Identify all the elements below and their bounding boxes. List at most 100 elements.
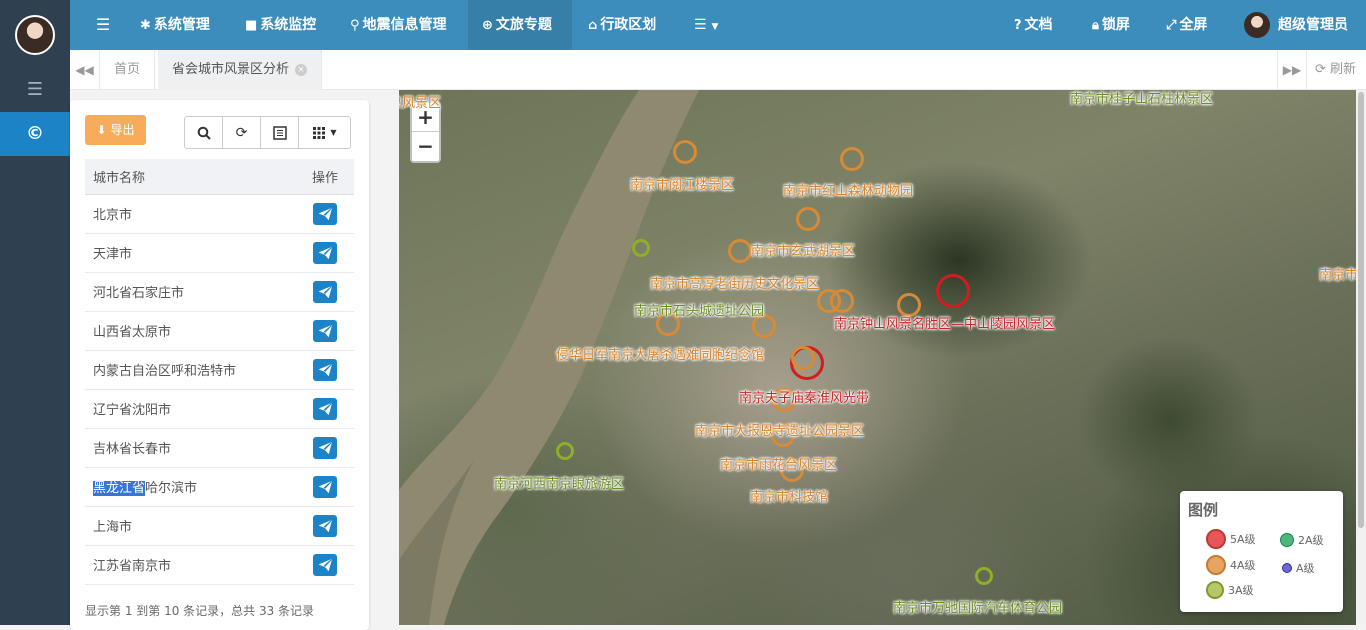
menu-list-icon[interactable]: ☰: [0, 74, 70, 106]
lock-screen-link[interactable]: 🔒︎ 锁屏: [1092, 0, 1130, 50]
refresh-table-button[interactable]: ⟳: [222, 116, 261, 149]
map-label: 南京河西南京眼旅游区: [494, 477, 625, 492]
locate-button[interactable]: [313, 202, 337, 225]
question-circle-icon: ?: [1014, 18, 1022, 33]
list-icon: ☰: [694, 17, 707, 33]
nav-earthquake-info[interactable]: ⚲ 地震信息管理: [350, 0, 447, 50]
locate-button[interactable]: [313, 436, 337, 459]
docs-link[interactable]: ? 文档: [1014, 0, 1053, 50]
table-row[interactable]: 辽宁省沈阳市: [85, 389, 354, 429]
map-label: 南京市石头城遗址公园: [634, 304, 765, 319]
table-header-row: 城市名称 操作: [85, 159, 354, 195]
op-cell: [300, 545, 354, 585]
legend-item-3a: 3A级: [1206, 581, 1254, 599]
paper-plane-icon: [318, 558, 332, 571]
top-navbar: ☰ ✱ 系统管理 ■ 系统监控 ⚲ 地震信息管理 ⊕ 文旅专题 ⌂ 行政区划 ☰ ▼ ? 文…: [70, 0, 1366, 50]
nav-system-monitor[interactable]: ■ 系统监控: [245, 0, 316, 50]
map-marker-4a[interactable]: [728, 239, 752, 263]
column-header-city[interactable]: 城市名称: [85, 159, 300, 195]
map-label: 侵华日军南京大屠杀遇难同胞纪念馆: [556, 348, 765, 363]
op-cell: [300, 389, 354, 429]
paper-plane-icon: [318, 324, 332, 337]
scrollbar-thumb[interactable]: [1358, 92, 1364, 528]
fullscreen-link[interactable]: ⤢ 全屏: [1166, 0, 1207, 50]
map-label: 南京市科技馆: [750, 490, 829, 505]
city-table: 城市名称 操作 北京市 天津市 河北省石家庄市 山西省太原市 内蒙古自治区呼和浩特市 辽宁…: [85, 159, 354, 585]
nav-more-dropdown[interactable]: ☰ ▼: [694, 0, 718, 50]
locate-button[interactable]: [313, 319, 337, 342]
hamburger-icon[interactable]: ☰: [86, 0, 120, 50]
legend-title: 图例: [1188, 501, 1219, 519]
map-label: 南京市大报恩寺遗址公园景区: [695, 424, 865, 439]
table-row[interactable]: 北京市: [85, 194, 354, 234]
left-rail: ☰ ©: [0, 0, 70, 625]
avatar[interactable]: [15, 15, 55, 55]
map-view[interactable]: + − 南京市桂子山石柱林景区 泉风景区 南京市阅江楼景区 南京市红山森林动物园…: [399, 90, 1356, 625]
map-marker-3a[interactable]: [632, 239, 650, 257]
export-button[interactable]: ⬇ 导出: [85, 115, 146, 145]
map-label: 南京市高淳老街历史文化景区: [650, 277, 820, 292]
user-menu[interactable]: 超级管理员: [1244, 0, 1348, 50]
legend-item-5a: 5A级: [1206, 529, 1256, 549]
legend-item-2a: 2A级: [1280, 532, 1324, 548]
city-name-cell: 辽宁省沈阳市: [85, 389, 300, 429]
map-marker-4a[interactable]: [673, 140, 697, 164]
city-name-cell: 上海市: [85, 506, 300, 546]
map-label: 南京钟山风景名胜区—中山陵园风景区: [834, 317, 1056, 332]
search-button[interactable]: [184, 116, 223, 149]
map-marker-3a[interactable]: [975, 567, 993, 585]
card-view-button[interactable]: [260, 116, 299, 149]
table-row[interactable]: 河北省石家庄市: [85, 272, 354, 312]
nav-admin-division[interactable]: ⌂ 行政区划: [588, 0, 656, 50]
copyright-icon[interactable]: ©: [0, 112, 70, 156]
table-row[interactable]: 天津市: [85, 233, 354, 273]
gear-icon: ✱: [140, 18, 151, 33]
city-name-cell: 天津市: [85, 233, 300, 273]
tab-scroll-right-icon[interactable]: ▶▶: [1277, 50, 1307, 90]
city-list-panel: ⬇ 导出 ⟳ ▼ 城市名称 操作 北京市 天津市 河北省石家庄市 山西省太原市 内蒙古自…: [70, 90, 399, 630]
table-row[interactable]: 山西省太原市: [85, 311, 354, 351]
globe-icon: ⊕: [482, 18, 493, 33]
refresh-button[interactable]: ⟳ 刷新: [1307, 50, 1366, 90]
columns-dropdown-button[interactable]: ▼: [298, 116, 351, 149]
map-marker-4a[interactable]: [840, 147, 864, 171]
legend-item-4a: 4A级: [1206, 555, 1256, 575]
map-marker-5a[interactable]: [936, 274, 970, 308]
locate-button[interactable]: [313, 358, 337, 381]
table-row[interactable]: 内蒙古自治区呼和浩特市: [85, 350, 354, 390]
caret-down-icon: ▼: [711, 22, 719, 32]
map-label: 南京市: [1319, 268, 1356, 283]
table-row[interactable]: 上海市: [85, 506, 354, 546]
paper-plane-icon: [318, 363, 332, 376]
zoom-out-button[interactable]: −: [412, 132, 439, 161]
city-name-cell: 江苏省南京市: [85, 545, 300, 585]
table-row[interactable]: 吉林省长春市: [85, 428, 354, 468]
tab-scenic-analysis[interactable]: 省会城市风景区分析 ×: [158, 50, 323, 90]
map-marker-3a[interactable]: [556, 442, 574, 460]
page-scrollbar[interactable]: [1356, 90, 1366, 625]
locate-button[interactable]: [313, 280, 337, 303]
city-name-rest: 哈尔滨市: [145, 481, 198, 496]
nav-culture-tourism[interactable]: ⊕ 文旅专题: [468, 0, 572, 50]
nav-system-manage[interactable]: ✱ 系统管理: [140, 0, 210, 50]
locate-button[interactable]: [313, 475, 337, 498]
op-cell: [300, 194, 354, 234]
locate-button[interactable]: [313, 241, 337, 264]
map-marker-4a[interactable]: [830, 289, 854, 313]
table-row[interactable]: 黑龙江省哈尔滨市: [85, 467, 354, 507]
map-marker-4a[interactable]: [796, 207, 820, 231]
map-label: 南京市红山森林动物园: [783, 184, 914, 199]
locate-button[interactable]: [313, 514, 337, 537]
map-marker-icon: ⚲: [350, 18, 360, 33]
close-icon[interactable]: ×: [295, 63, 308, 76]
map-marker-4a[interactable]: [791, 346, 815, 370]
tab-home[interactable]: 首页: [100, 50, 156, 90]
legend-2a-swatch: [1280, 533, 1294, 547]
paper-plane-icon: [318, 246, 332, 259]
locate-button[interactable]: [313, 553, 337, 576]
paper-plane-icon: [318, 480, 332, 493]
table-row[interactable]: 江苏省南京市: [85, 545, 354, 585]
locate-button[interactable]: [313, 397, 337, 420]
city-name-cell: 黑龙江省哈尔滨市: [85, 467, 300, 507]
tab-scroll-left-icon[interactable]: ◀◀: [70, 50, 100, 90]
